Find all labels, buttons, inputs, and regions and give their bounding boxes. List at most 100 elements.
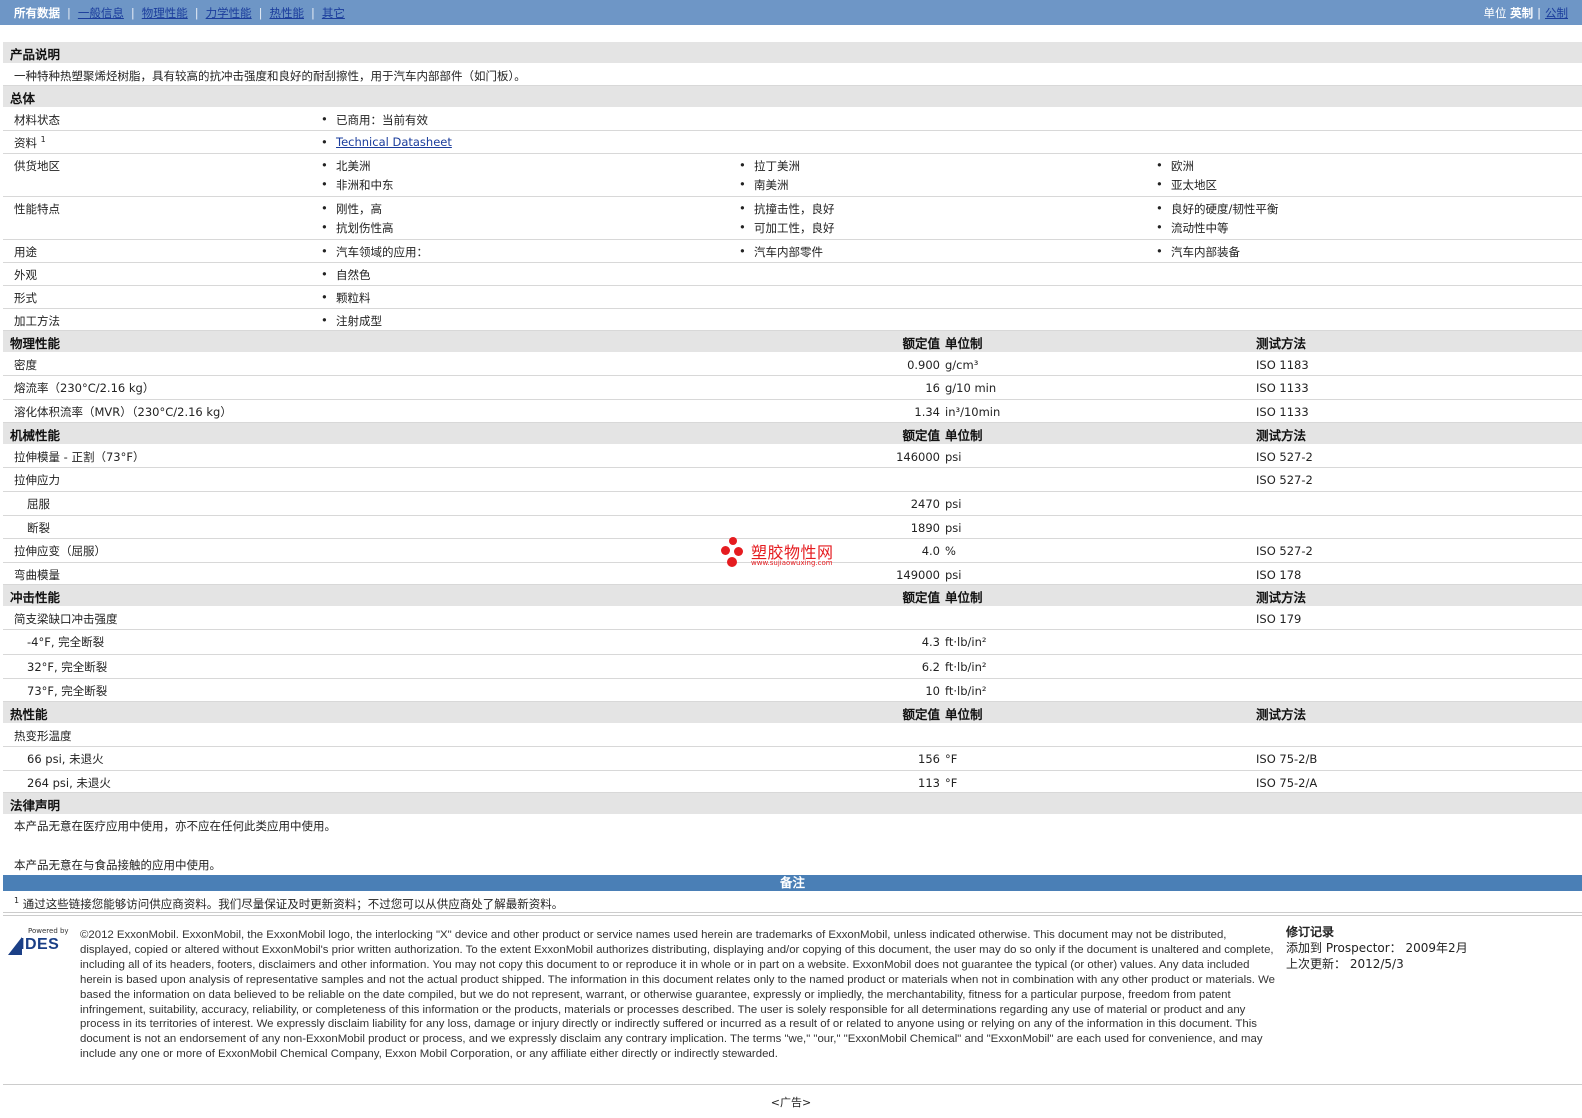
general-row-processing: 加工方法 注射成型 <box>3 309 1582 331</box>
units-label: 单位 <box>1483 6 1507 20</box>
property-value: 2470 <box>910 497 940 511</box>
copyright-text: ©2012 ExxonMobil. ExxonMobil, the ExxonM… <box>80 929 1275 1061</box>
note-row: 1 通过这些链接您能够访问供应商资料。我们尽量保证及时更新资料；不过您可以从供应… <box>3 891 1582 913</box>
property-unit: g/10 min <box>945 381 997 395</box>
revision-title: 修订记录 <box>1286 925 1335 939</box>
table-row: 66 psi, 未退火 156 °F ISO 75-2/B <box>3 747 1582 771</box>
description-text: 一种特种热塑聚烯烃树脂，具有较高的抗冲击强度和良好的耐刮擦性，用于汽车内部部件（… <box>14 69 526 83</box>
section-tabs: 所有数据 | 一般信息 | 物理性能 | 力学性能 | 热性能 | 其它 <box>14 5 345 21</box>
property-unit: °F <box>945 752 958 766</box>
added-date: 2009年2月 <box>1405 941 1468 955</box>
test-method: ISO 179 <box>1256 612 1302 626</box>
property-label: 66 psi, 未退火 <box>27 752 104 766</box>
property-label: 264 psi, 未退火 <box>27 776 111 790</box>
property-label: 弯曲模量 <box>14 568 60 582</box>
property-label: 屈服 <box>27 497 50 511</box>
top-nav-bar: 所有数据 | 一般信息 | 物理性能 | 力学性能 | 热性能 | 其它 单位 英制 | 公制 <box>0 0 1582 25</box>
general-row-status: 材料状态 已商用：当前有效 <box>3 108 1582 131</box>
tab-other[interactable]: 其它 <box>322 5 345 21</box>
property-label: 密度 <box>14 358 37 372</box>
table-row: 73°F, 完全断裂 10 ft·lb/in² <box>3 679 1582 702</box>
property-label: 拉伸应变（屈服） <box>14 544 106 558</box>
property-unit: psi <box>945 497 962 511</box>
section-header-general: 总体 <box>3 86 1582 108</box>
section-header-thermal: 热性能 额定值 单位制 测试方法 <box>3 702 1582 724</box>
section-header-legal: 法律声明 <box>3 793 1582 815</box>
table-row: 热变形温度 <box>3 724 1582 747</box>
unit-metric[interactable]: 公制 <box>1545 6 1568 20</box>
property-unit: psi <box>945 450 962 464</box>
property-value: 149000 <box>896 568 940 582</box>
property-value: 156 <box>918 752 940 766</box>
property-label: 拉伸模量 - 正割（73°F） <box>14 450 145 464</box>
legal-statement-block: 本产品无意在医疗应用中使用，亦不应在任何此类应用中使用。 本产品无意在与食品接触… <box>3 815 1582 875</box>
table-row: 断裂 1890 psi <box>3 516 1582 539</box>
property-label: 熔流率（230°C/2.16 kg） <box>14 381 155 395</box>
property-label: 拉伸应力 <box>14 473 60 487</box>
thermal-table: 热变形温度 66 psi, 未退火 156 °F ISO 75-2/B 264 psi, … <box>3 724 1582 793</box>
test-method: ISO 527-2 <box>1256 473 1313 487</box>
tab-general-info[interactable]: 一般信息 <box>78 5 124 21</box>
note-text: 通过这些链接您能够访问供应商资料。我们尽量保证及时更新资料；不过您可以从供应商处… <box>22 897 564 911</box>
test-method: ISO 1183 <box>1256 358 1309 372</box>
property-unit: psi <box>945 568 962 582</box>
table-row: -4°F, 完全断裂 4.3 ft·lb/in² <box>3 630 1582 655</box>
test-method: ISO 527-2 <box>1256 544 1313 558</box>
table-row: 拉伸应力 ISO 527-2 <box>3 468 1582 492</box>
property-value: 1.34 <box>914 405 940 419</box>
table-row: 密度 0.900 g/cm³ ISO 1183 <box>3 353 1582 376</box>
table-row: 拉伸模量 - 正割（73°F） 146000 psi ISO 527-2 <box>3 445 1582 468</box>
test-method: ISO 178 <box>1256 568 1302 582</box>
section-header-impact: 冲击性能 额定值 单位制 测试方法 <box>3 585 1582 607</box>
tab-thermal[interactable]: 热性能 <box>270 5 305 21</box>
property-value: 4.0 <box>921 544 940 558</box>
property-unit: ft·lb/in² <box>945 660 987 674</box>
property-value: 4.3 <box>921 635 940 649</box>
table-row: 简支梁缺口冲击强度 ISO 179 <box>3 607 1582 630</box>
property-unit: psi <box>945 521 962 535</box>
property-value: 6.2 <box>921 660 940 674</box>
property-unit: ft·lb/in² <box>945 635 987 649</box>
tab-all-data[interactable]: 所有数据 <box>14 5 60 21</box>
property-label: 32°F, 完全断裂 <box>27 660 108 674</box>
section-header-description: 产品说明 <box>3 42 1582 64</box>
legal-footer: Powered by IDES ©2012 ExxonMobil. ExxonM… <box>3 915 1582 1085</box>
property-unit: in³/10min <box>945 405 1001 419</box>
table-row: 熔流率（230°C/2.16 kg） 16 g/10 min ISO 1133 <box>3 376 1582 400</box>
technical-datasheet-link[interactable]: Technical Datasheet <box>336 135 452 149</box>
revision-history: 修订记录 添加到 Prospector： 2009年2月 上次更新： 2012/… <box>1286 925 1468 971</box>
ad-placeholder: <广告> <box>770 1096 812 1109</box>
section-header-mechanical: 机械性能 额定值 单位制 测试方法 <box>3 423 1582 445</box>
property-value: 1890 <box>910 521 940 535</box>
general-row-form: 形式 颗粒料 <box>3 286 1582 309</box>
property-label: 断裂 <box>27 521 50 535</box>
property-label: 热变形温度 <box>14 729 72 743</box>
section-header-physical: 物理性能 额定值 单位制 测试方法 <box>3 331 1582 353</box>
test-method: ISO 1133 <box>1256 381 1309 395</box>
property-value: 146000 <box>896 450 940 464</box>
table-row: 264 psi, 未退火 113 °F ISO 75-2/A <box>3 771 1582 793</box>
property-label: -4°F, 完全断裂 <box>27 635 105 649</box>
ides-logo: Powered by IDES <box>8 927 72 955</box>
description-row: 一种特种热塑聚烯烃树脂，具有较高的抗冲击强度和良好的耐刮擦性，用于汽车内部部件（… <box>3 64 1582 86</box>
general-row-regions: 供货地区 北美洲 拉丁美洲 欧洲 非洲和中东 南美洲 亚太地区 <box>3 154 1582 197</box>
test-method: ISO 75-2/A <box>1256 776 1318 790</box>
tab-physical[interactable]: 物理性能 <box>142 5 188 21</box>
unit-english[interactable]: 英制 <box>1510 6 1533 20</box>
property-unit: % <box>945 544 956 558</box>
test-method: ISO 75-2/B <box>1256 752 1318 766</box>
table-row: 32°F, 完全断裂 6.2 ft·lb/in² <box>3 655 1582 679</box>
property-value: 113 <box>918 776 940 790</box>
general-row-appearance: 外观 自然色 <box>3 263 1582 286</box>
legal-line-food: 本产品无意在与食品接触的应用中使用。 <box>14 858 221 872</box>
legal-line-medical: 本产品无意在医疗应用中使用，亦不应在任何此类应用中使用。 <box>14 819 336 833</box>
physical-table: 密度 0.900 g/cm³ ISO 1183 熔流率（230°C/2.16 kg） 16… <box>3 353 1582 423</box>
table-row: 溶化体积流率（MVR）（230°C/2.16 kg） 1.34 in³/10min I… <box>3 400 1582 423</box>
updated-date: 2012/5/3 <box>1349 957 1404 971</box>
unit-switcher: 单位 英制 | 公制 <box>1483 6 1568 20</box>
property-unit: g/cm³ <box>945 358 979 372</box>
general-row-document: 资料 1 Technical Datasheet <box>3 131 1582 154</box>
property-label: 溶化体积流率（MVR）（230°C/2.16 kg） <box>14 405 232 419</box>
notes-header: 备注 <box>3 875 1582 891</box>
tab-mechanical[interactable]: 力学性能 <box>206 5 252 21</box>
